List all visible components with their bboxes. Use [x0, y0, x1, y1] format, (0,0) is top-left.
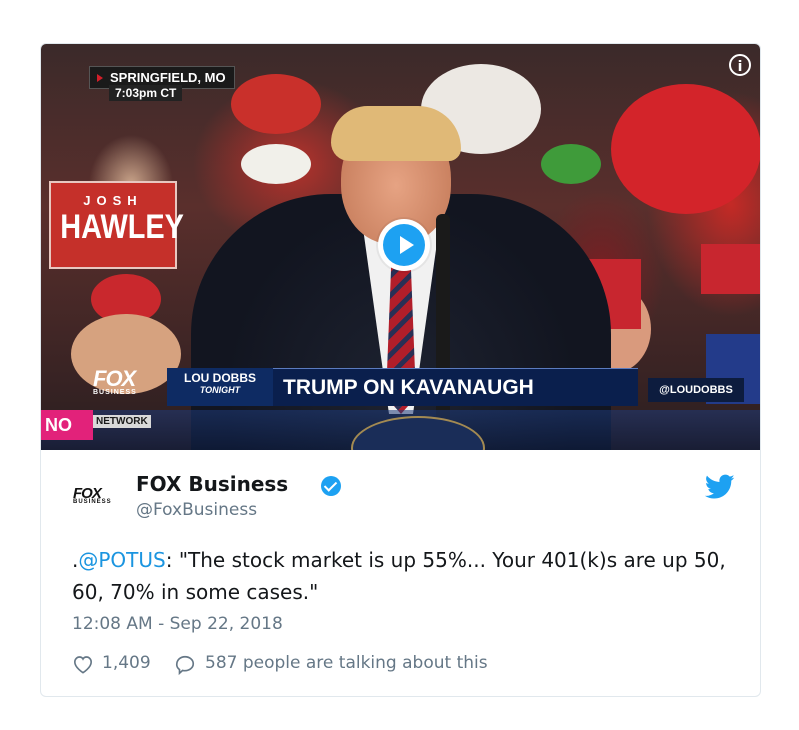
play-icon	[400, 236, 414, 254]
pink-sign: NO	[41, 410, 93, 440]
speaker-hair	[331, 106, 461, 161]
talking-count[interactable]: 587 people are talking about this	[205, 653, 488, 673]
play-button[interactable]	[378, 219, 430, 271]
mention-link[interactable]: @POTUS	[78, 548, 165, 572]
author-handle[interactable]: @FoxBusiness	[136, 500, 257, 520]
crowd-figure	[611, 84, 760, 214]
network-tag: NETWORK	[93, 415, 151, 428]
tweet-card[interactable]: JOSH HAWLEY NO SPRINGFIELD, MO 7:03pm CT…	[40, 43, 761, 697]
like-count[interactable]: 1,409	[102, 653, 151, 673]
verified-badge-icon	[321, 476, 341, 496]
tweet-timestamp[interactable]: 12:08 AM - Sep 22, 2018	[72, 614, 283, 634]
heart-icon[interactable]	[72, 654, 94, 674]
author-avatar[interactable]: FOX BUSINESS	[73, 485, 117, 513]
reply-bubble-icon[interactable]	[174, 654, 196, 676]
tweet-text: .@POTUS: "The stock market is up 55%... …	[72, 544, 732, 608]
crowd-sign	[701, 244, 760, 294]
network-logo: FOX BUSINESS	[93, 366, 163, 406]
info-icon[interactable]: i	[729, 54, 751, 76]
tweet-body: : "The stock market is up 55%... Your 40…	[72, 548, 726, 604]
broadcast-time: 7:03pm CT	[109, 85, 183, 101]
avatar-logo-sub: BUSINESS	[73, 499, 112, 505]
twitter-bird-icon[interactable]	[705, 474, 735, 500]
network-logo-sub: BUSINESS	[93, 389, 137, 396]
video-thumbnail[interactable]: JOSH HAWLEY NO SPRINGFIELD, MO 7:03pm CT…	[41, 44, 760, 450]
hawley-sign: JOSH HAWLEY	[49, 181, 184, 269]
location-text: SPRINGFIELD, MO	[110, 70, 226, 85]
chyron-headline: TRUMP ON KAVANAUGH	[273, 368, 638, 406]
play-button-circle	[383, 224, 425, 266]
location-arrow-icon	[97, 74, 103, 82]
author-name[interactable]: FOX Business	[136, 472, 288, 496]
show-handle: @LOUDOBBS	[648, 378, 744, 402]
sign-big-text: HAWLEY	[60, 208, 184, 246]
show-name: LOU DOBBS	[184, 371, 256, 385]
lower-third: FOX BUSINESS LOU DOBBS TONIGHT TRUMP ON …	[93, 366, 744, 410]
show-logo: LOU DOBBS TONIGHT	[167, 368, 273, 406]
sign-small-text: JOSH	[83, 193, 143, 208]
show-sub: TONIGHT	[199, 385, 241, 395]
